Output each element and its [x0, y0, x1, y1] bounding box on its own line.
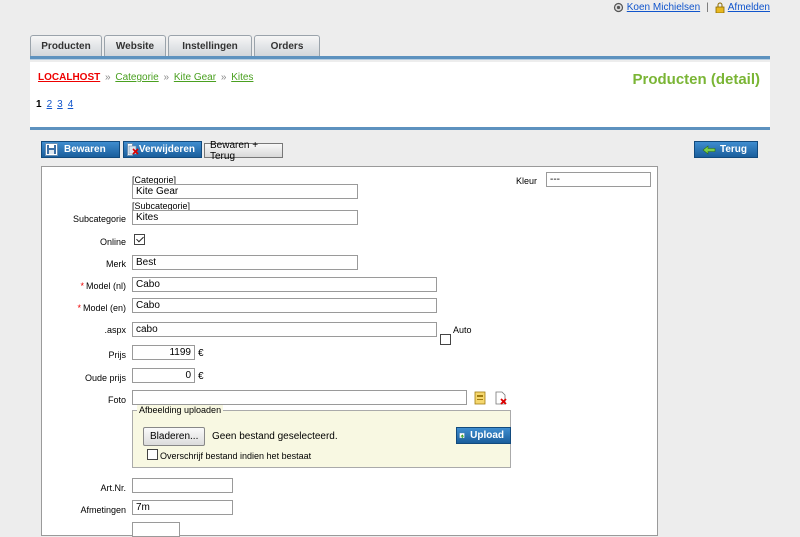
browse-images-icon[interactable] — [474, 391, 486, 408]
artnr-field[interactable] — [132, 478, 233, 493]
pager: 1 2 3 4 — [36, 99, 78, 110]
save-label: Bewaren — [64, 144, 106, 155]
user-bar: Koen Michielsen | Afmelden — [613, 2, 770, 13]
online-checkbox[interactable] — [134, 234, 145, 245]
model-en-field[interactable]: Cabo — [132, 298, 437, 313]
product-form: [Categorie] Kite Gear [Subcategorie] Sub… — [41, 166, 658, 537]
oude-prijs-currency: € — [198, 371, 204, 382]
overwrite-checkbox[interactable] — [147, 449, 158, 460]
delete-image-icon[interactable] — [494, 391, 508, 408]
upload-label: Upload — [470, 430, 504, 441]
aspx-label: .aspx — [104, 325, 126, 335]
floppy-icon — [45, 143, 58, 156]
aspx-field[interactable]: cabo — [132, 322, 437, 337]
breadcrumb-root[interactable]: LOCALHOST — [38, 72, 100, 83]
merk-label: Merk — [106, 259, 126, 269]
model-nl-label-text: Model (nl) — [85, 281, 126, 291]
kleur-select[interactable]: --- — [546, 172, 651, 187]
page-3[interactable]: 3 — [57, 99, 63, 110]
auto-label: Auto — [453, 325, 472, 335]
afmetingen-field[interactable]: 7m — [132, 500, 233, 515]
page-4[interactable]: 4 — [68, 99, 74, 110]
tab-instellingen[interactable]: Instellingen — [168, 35, 252, 57]
settings-icon — [613, 2, 623, 13]
model-nl-label: * Model (nl) — [42, 281, 126, 291]
delete-icon — [127, 143, 139, 156]
page-1: 1 — [36, 99, 42, 110]
merk-select[interactable]: Best — [132, 255, 358, 270]
upload-legend: Afbeelding uploaden — [137, 405, 224, 415]
online-label: Online — [99, 237, 126, 247]
model-nl-field[interactable]: Cabo — [132, 277, 437, 292]
breadcrumb-kite-gear[interactable]: Kite Gear — [174, 72, 216, 83]
delete-button[interactable]: Verwijderen — [123, 141, 202, 158]
breadcrumb-categorie[interactable]: Categorie — [115, 72, 158, 83]
afmetingen-label: Afmetingen — [80, 505, 126, 515]
breadcrumb-separator: » — [163, 72, 170, 83]
breadcrumb: LOCALHOST » Categorie » Kite Gear » Kite… — [38, 72, 253, 83]
prijs-currency: € — [198, 348, 204, 359]
page-2[interactable]: 2 — [47, 99, 53, 110]
page-title: Producten (detail) — [632, 71, 760, 88]
user-bar-separator: | — [706, 2, 709, 13]
upload-icon — [459, 432, 465, 439]
prijs-label: Prijs — [108, 350, 127, 360]
required-mark: * — [77, 303, 81, 313]
save-button[interactable]: Bewaren — [41, 141, 120, 158]
oude-prijs-field[interactable]: 0 — [132, 368, 195, 383]
no-file-selected-text: Geen bestand geselecteerd. — [212, 431, 338, 442]
tab-website[interactable]: Website — [104, 35, 166, 57]
tab-orders[interactable]: Orders — [254, 35, 320, 57]
arrow-left-icon — [702, 144, 716, 155]
header-divider — [30, 127, 770, 130]
breadcrumb-separator: » — [105, 72, 111, 83]
kleur-label: Kleur — [516, 176, 538, 186]
back-button[interactable]: Terug — [694, 141, 758, 158]
required-mark: * — [80, 281, 84, 291]
overwrite-label: Overschrijf bestand indien het bestaat — [160, 451, 312, 461]
delete-label: Verwijderen — [138, 144, 195, 155]
subcategorie-label: Subcategorie — [72, 214, 126, 224]
subcategorie-field[interactable]: Kites — [132, 210, 358, 225]
user-name-link[interactable]: Koen Michielsen — [627, 2, 700, 13]
main-tabs: Producten Website Instellingen Orders — [30, 35, 322, 57]
model-en-label-text: Model (en) — [82, 303, 126, 313]
back-label: Terug — [719, 144, 748, 155]
foto-label: Foto — [107, 395, 126, 405]
prijs-field[interactable]: 1199 — [132, 345, 195, 360]
artnr-label: Art.Nr. — [100, 483, 126, 493]
next-field[interactable] — [132, 522, 180, 537]
upload-panel: Afbeelding uploaden Bladeren... Geen bes… — [132, 405, 511, 468]
logout-link[interactable]: Afmelden — [728, 2, 770, 13]
save-and-back-button[interactable]: Bewaren + Terug — [204, 140, 283, 162]
auto-checkbox[interactable] — [440, 334, 451, 345]
foto-field[interactable] — [132, 390, 467, 405]
page-header: LOCALHOST » Categorie » Kite Gear » Kite… — [30, 62, 770, 129]
breadcrumb-separator: » — [220, 72, 227, 83]
browse-file-button[interactable]: Bladeren... — [143, 427, 206, 446]
model-en-label: * Model (en) — [42, 303, 126, 313]
tab-producten[interactable]: Producten — [30, 35, 102, 57]
upload-button[interactable]: Upload — [456, 427, 511, 444]
breadcrumb-kites[interactable]: Kites — [231, 72, 253, 83]
categorie-field[interactable]: Kite Gear — [132, 184, 358, 199]
oude-prijs-label: Oude prijs — [84, 373, 126, 383]
lock-icon — [715, 2, 725, 13]
tab-divider-light — [30, 59, 770, 60]
